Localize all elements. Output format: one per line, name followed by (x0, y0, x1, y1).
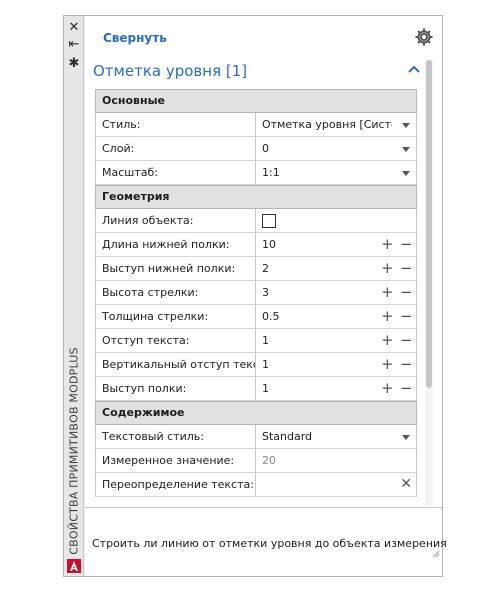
property-label: Длина нижней полки: (96, 233, 256, 256)
text-offset-input[interactable]: 1 + − (256, 329, 416, 352)
minus-icon[interactable]: − (400, 353, 413, 376)
resize-grip-icon[interactable] (432, 550, 440, 558)
section-content-header[interactable]: Содержимое (95, 401, 417, 425)
text-offset-value: 1 (262, 334, 269, 347)
vertical-text-offset-input[interactable]: 1 + − (256, 353, 416, 376)
property-row-shelf-protrusion[interactable]: Выступ полки: 1 + − (95, 377, 417, 401)
minus-icon[interactable]: − (400, 281, 413, 304)
arrow-height-input[interactable]: 3 + − (256, 281, 416, 304)
property-row-arrow-thickness[interactable]: Толщина стрелки: 0.5 + − (95, 305, 417, 329)
object-line-cell[interactable] (256, 209, 416, 232)
description-panel: Строить ли линию от отметки уровня до об… (85, 507, 447, 560)
bottom-shelf-length-input[interactable]: 10 + − (256, 233, 416, 256)
plus-icon[interactable]: + (381, 281, 394, 304)
minus-icon[interactable]: − (400, 329, 413, 352)
property-row-bottom-shelf-length[interactable]: Длина нижней полки: 10 + − (95, 233, 417, 257)
minus-icon[interactable]: − (400, 233, 413, 256)
property-label: Вертикальный отступ текст (96, 353, 256, 376)
property-row-vertical-text-offset[interactable]: Вертикальный отступ текст 1 + − (95, 353, 417, 377)
autohide-icon[interactable]: ⇤ (66, 37, 82, 52)
bottom-shelf-length-value: 10 (262, 238, 276, 251)
layer-dropdown[interactable]: 0 (256, 137, 416, 160)
property-label: Слой: (96, 137, 256, 160)
plus-icon[interactable]: + (381, 353, 394, 376)
property-label: Масштаб: (96, 161, 256, 184)
property-row-text-override[interactable]: Переопределение текста: ✕ (95, 473, 417, 497)
text-style-dropdown[interactable]: Standard (256, 425, 416, 448)
object-header: Отметка уровня [1] (93, 60, 423, 82)
property-grid: Основные Стиль: Отметка уровня [Систем С… (95, 89, 417, 506)
description-text: Строить ли линию от отметки уровня до об… (92, 537, 447, 550)
shelf-protrusion-value: 1 (262, 382, 269, 395)
object-line-checkbox[interactable] (262, 214, 276, 228)
property-row-object-line[interactable]: Линия объекта: (95, 209, 417, 233)
property-label: Переопределение текста: (96, 473, 256, 496)
palette-title-text: Свойства примитивов modPLUS (67, 347, 81, 555)
measured-value-field: 20 (256, 449, 416, 472)
text-override-input[interactable]: ✕ (256, 473, 416, 496)
property-label: Высота стрелки: (96, 281, 256, 304)
chevron-up-icon[interactable] (407, 64, 421, 74)
collapse-link[interactable]: Свернуть (103, 31, 167, 45)
property-label: Стиль: (96, 113, 256, 136)
properties-icon[interactable]: ✱ (66, 56, 82, 71)
plus-icon[interactable]: + (381, 305, 394, 328)
dropdown-arrow-icon[interactable] (402, 435, 410, 440)
minus-icon[interactable]: − (400, 257, 413, 280)
property-row-measured-value: Измеренное значение: 20 (95, 449, 417, 473)
property-row-layer[interactable]: Слой: 0 (95, 137, 417, 161)
dropdown-arrow-icon[interactable] (402, 123, 410, 128)
properties-palette: ✕ ⇤ ✱ Свойства примитивов modPLUS Сверну… (63, 15, 447, 577)
property-label: Измеренное значение: (96, 449, 256, 472)
arrow-height-value: 3 (262, 286, 269, 299)
autocad-logo-icon (67, 559, 81, 573)
property-row-scale[interactable]: Масштаб: 1:1 (95, 161, 417, 185)
shelf-protrusion-input[interactable]: 1 + − (256, 377, 416, 400)
property-row-text-style[interactable]: Текстовый стиль: Standard (95, 425, 417, 449)
bottom-shelf-protrusion-value: 2 (262, 262, 269, 275)
style-dropdown[interactable]: Отметка уровня [Систем (256, 113, 416, 136)
property-label: Линия объекта: (96, 209, 256, 232)
object-title: Отметка уровня [1] (93, 62, 248, 80)
minus-icon[interactable]: − (400, 305, 413, 328)
dropdown-arrow-icon[interactable] (402, 171, 410, 176)
palette-content: Свернуть Отметка уровня [1] Основные Сти… (85, 16, 447, 576)
plus-icon[interactable]: + (381, 233, 394, 256)
layer-value: 0 (262, 142, 269, 155)
scrollbar-thumb[interactable] (426, 60, 432, 388)
section-geometry-header[interactable]: Геометрия (95, 185, 417, 209)
property-row-arrow-height[interactable]: Высота стрелки: 3 + − (95, 281, 417, 305)
arrow-thickness-input[interactable]: 0.5 + − (256, 305, 416, 328)
clear-icon[interactable]: ✕ (400, 473, 412, 496)
arrow-thickness-value: 0.5 (262, 310, 280, 323)
gear-icon[interactable] (414, 27, 434, 47)
palette-title: Свойства примитивов modPLUS (63, 346, 85, 556)
vertical-scrollbar[interactable] (425, 60, 433, 506)
property-label: Толщина стрелки: (96, 305, 256, 328)
scale-dropdown[interactable]: 1:1 (256, 161, 416, 184)
plus-icon[interactable]: + (381, 377, 394, 400)
close-icon[interactable]: ✕ (66, 20, 82, 35)
vertical-text-offset-value: 1 (262, 358, 269, 371)
bottom-shelf-protrusion-input[interactable]: 2 + − (256, 257, 416, 280)
measured-value: 20 (262, 454, 276, 467)
property-row-bottom-shelf-protrusion[interactable]: Выступ нижней полки: 2 + − (95, 257, 417, 281)
property-label: Выступ полки: (96, 377, 256, 400)
property-row-style[interactable]: Стиль: Отметка уровня [Систем (95, 113, 417, 137)
section-basic-header[interactable]: Основные (95, 89, 417, 113)
scale-value: 1:1 (262, 166, 280, 179)
minus-icon[interactable]: − (400, 377, 413, 400)
palette-title-bar[interactable]: ✕ ⇤ ✱ Свойства примитивов modPLUS (64, 16, 84, 576)
text-style-value: Standard (262, 430, 313, 443)
property-label: Выступ нижней полки: (96, 257, 256, 280)
dropdown-arrow-icon[interactable] (402, 147, 410, 152)
property-row-text-offset[interactable]: Отступ текста: 1 + − (95, 329, 417, 353)
plus-icon[interactable]: + (381, 257, 394, 280)
property-label: Отступ текста: (96, 329, 256, 352)
style-value: Отметка уровня [Систем (262, 118, 392, 131)
property-label: Текстовый стиль: (96, 425, 256, 448)
plus-icon[interactable]: + (381, 329, 394, 352)
